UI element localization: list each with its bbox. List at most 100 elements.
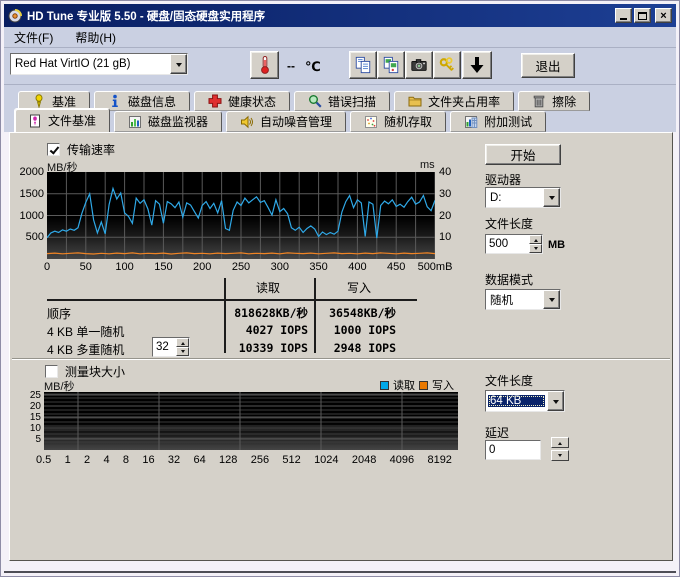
save-results-button[interactable]: [462, 51, 492, 79]
4k-multi-write-value: 2948 IOPS: [316, 341, 396, 355]
aam-icon: [240, 115, 254, 129]
arrow-down-icon: [181, 350, 185, 355]
license-keys-button[interactable]: [433, 51, 461, 79]
error-scan-icon: [308, 94, 322, 108]
tab-health[interactable]: 健康状态: [194, 91, 290, 111]
data-mode-arrow[interactable]: [543, 290, 560, 309]
data-mode-select[interactable]: 随机: [485, 289, 561, 310]
start-button[interactable]: 开始: [485, 144, 561, 165]
copy-image-button[interactable]: [377, 51, 405, 79]
block-length-arrow[interactable]: [547, 391, 564, 411]
arrow-up-icon: [181, 340, 185, 345]
file-length-label: 文件长度: [485, 215, 533, 232]
block-length-value: 64 KB: [488, 395, 545, 407]
target-drive-select[interactable]: D:: [485, 187, 561, 208]
tab-label: 擦除: [552, 93, 576, 110]
block-size-graph: [44, 392, 458, 450]
arrow-up-icon: [534, 237, 538, 242]
tab-label: 随机存取: [384, 113, 432, 130]
menu-help[interactable]: 帮助(H): [71, 27, 120, 48]
delay-input[interactable]: 0: [485, 440, 541, 460]
chevron-down-icon: [553, 400, 559, 407]
transfer-rate-label: 传输速率: [67, 141, 115, 158]
thermometer-icon: [255, 55, 275, 75]
tab-aam[interactable]: 自动噪音管理: [226, 111, 346, 132]
transfer-graph-svg: [47, 172, 435, 259]
block-length-select[interactable]: 64 KB: [485, 390, 565, 412]
tab-strip: 基准 磁盘信息 健康状态 错误扫描 文件夹占用率: [4, 85, 676, 132]
benchmark-icon: [32, 94, 46, 108]
row-label-4k-multi: 4 KB 多重随机: [47, 341, 124, 358]
temperature-button[interactable]: [250, 51, 279, 79]
transfer-graph-xticks: 050100150200250300350400450500mB: [10, 261, 510, 275]
health-icon: [208, 94, 222, 108]
read-column-header: 读取: [224, 279, 312, 296]
legend-write-swatch: [419, 381, 428, 390]
tab-error-scan[interactable]: 错误扫描: [294, 91, 390, 111]
spin-up-button[interactable]: [176, 338, 189, 347]
arrow-down-icon: [558, 454, 562, 459]
queue-depth-value: 32: [153, 341, 176, 353]
copy-text-icon: [354, 56, 372, 74]
minimize-button[interactable]: [615, 8, 632, 23]
delay-down-button[interactable]: [551, 450, 569, 461]
minimize-icon: [620, 18, 627, 20]
tab-erase[interactable]: 擦除: [518, 91, 590, 111]
erase-icon: [532, 94, 546, 108]
tab-random-access[interactable]: 随机存取: [350, 111, 446, 132]
block-graph-xticks: 0.512481632641282565121024204840968192: [36, 454, 452, 466]
temperature-unit-label: ℃: [305, 59, 321, 75]
extra-tests-icon: [464, 115, 478, 129]
file-benchmark-icon: [28, 114, 42, 128]
chevron-down-icon: [549, 298, 555, 305]
target-drive-value: D:: [486, 192, 543, 204]
target-drive-arrow[interactable]: [543, 188, 560, 207]
4k-multi-read-value: 10339 IOPS: [222, 341, 308, 355]
transfer-rate-checkbox[interactable]: [47, 143, 60, 156]
exit-button[interactable]: 退出: [521, 53, 575, 78]
window-bottom-frame: [4, 559, 676, 573]
spin-down-button[interactable]: [176, 347, 189, 356]
save-down-arrow-icon: [467, 55, 487, 75]
folder-usage-icon: [408, 94, 422, 108]
tab-label: 健康状态: [228, 93, 276, 110]
file-length-spinner[interactable]: 500: [485, 234, 543, 254]
maximize-button[interactable]: [634, 8, 651, 23]
window-controls: ×: [615, 8, 672, 23]
legend-write-label: 写入: [432, 377, 454, 393]
menu-file[interactable]: 文件(F): [10, 27, 57, 48]
block-size-checkbox[interactable]: [45, 365, 58, 378]
tab-label: 基准: [52, 93, 76, 110]
tab-label: 错误扫描: [328, 93, 376, 110]
block-graph-svg: [44, 392, 458, 450]
disk-info-icon: [108, 94, 122, 108]
row-label-4k-single: 4 KB 单一随机: [47, 323, 124, 340]
copy-text-button[interactable]: [349, 51, 377, 79]
queue-depth-spinner[interactable]: 32: [152, 337, 190, 357]
tab-label: 自动噪音管理: [260, 113, 332, 130]
4k-single-write-value: 1000 IOPS: [316, 323, 396, 337]
tab-folder-usage[interactable]: 文件夹占用率: [394, 91, 514, 111]
close-button[interactable]: ×: [655, 8, 672, 23]
screenshot-button[interactable]: [405, 51, 433, 79]
row-label-sequential: 顺序: [47, 305, 71, 322]
hdtune-window: HD Tune 专业版 5.50 - 硬盘/固态硬盘实用程序 × 文件(F) 帮…: [0, 0, 680, 577]
tab-extra-tests[interactable]: 附加测试: [450, 111, 546, 132]
drive-combobox-arrow[interactable]: [170, 54, 187, 74]
drive-combobox[interactable]: Red Hat VirtIO (21 gB): [10, 53, 188, 75]
title-bar[interactable]: HD Tune 专业版 5.50 - 硬盘/固态硬盘实用程序 ×: [4, 4, 676, 27]
file-benchmark-page: 传输速率 MB/秒 ms 200015001000500 40302010 05…: [9, 132, 673, 561]
random-access-icon: [364, 115, 378, 129]
spin-down-button[interactable]: [529, 244, 542, 253]
section-separator: [12, 358, 670, 360]
arrow-down-icon: [534, 247, 538, 252]
tab-disk-monitor[interactable]: 磁盘监视器: [114, 111, 222, 132]
chevron-down-icon: [176, 63, 182, 70]
tab-file-benchmark[interactable]: 文件基准: [14, 108, 110, 132]
toolbar: Red Hat VirtIO (21 gB) -- ℃: [4, 48, 676, 85]
delay-up-button[interactable]: [551, 437, 569, 448]
keys-icon: [438, 56, 456, 74]
spin-up-button[interactable]: [529, 235, 542, 244]
temperature-value: --: [287, 59, 295, 73]
window-chrome: 文件(F) 帮助(H) Red Hat VirtIO (21 gB) -- ℃: [4, 27, 676, 132]
